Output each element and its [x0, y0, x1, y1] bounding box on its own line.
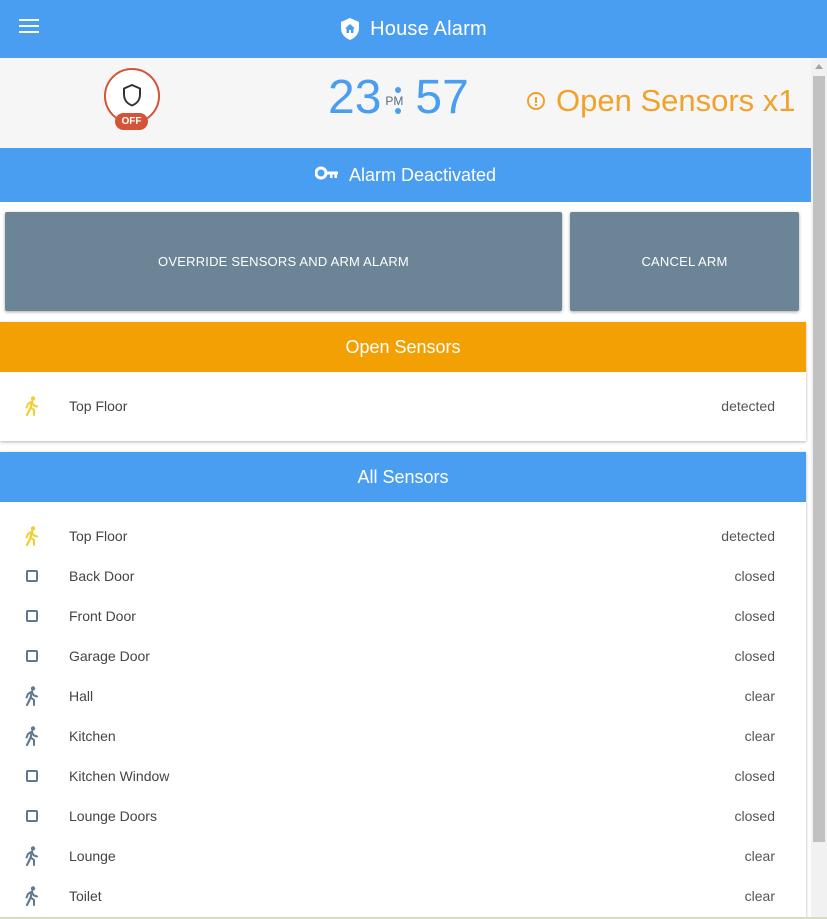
sensor-state: detected: [721, 528, 775, 544]
sensor-name: Top Floor: [69, 528, 128, 544]
clock-separator: PM: [381, 68, 415, 128]
sensor-state: clear: [744, 848, 775, 864]
key-icon: [314, 166, 339, 185]
open-sensors-count: Open Sensors x1: [556, 83, 796, 118]
motion-sensor-icon: [22, 526, 42, 547]
sensor-name: Garage Door: [69, 648, 150, 664]
cancel-arm-button[interactable]: CANCEL ARM: [570, 212, 799, 311]
motion-sensor-icon: [22, 886, 42, 907]
clock-colon-dot: [395, 87, 402, 93]
sensor-row[interactable]: Hall clear: [0, 676, 806, 716]
clock-hours: 23: [328, 71, 382, 124]
clock-minutes: 57: [415, 71, 469, 124]
sensor-name: Front Door: [69, 608, 136, 624]
sensor-state: closed: [734, 768, 775, 784]
sensor-state: closed: [734, 648, 775, 664]
sensor-row[interactable]: Kitchen Window closed: [0, 756, 806, 796]
sensor-row[interactable]: Top Floor detected: [0, 516, 806, 556]
sensor-row[interactable]: Top Floor detected: [0, 386, 806, 426]
status-badge: OFF: [115, 113, 148, 130]
sensor-state: clear: [744, 888, 775, 904]
sensor-name: Kitchen: [69, 728, 116, 744]
sensor-row[interactable]: Toilet clear: [0, 876, 806, 916]
sensor-state: clear: [744, 688, 775, 704]
sensor-row[interactable]: Lounge clear: [0, 836, 806, 876]
checkbox-blank-icon: [22, 806, 42, 826]
motion-sensor-icon: [22, 686, 42, 707]
sensor-name: Back Door: [69, 568, 135, 584]
checkbox-square: [26, 810, 38, 822]
alarm-status-label: Alarm Deactivated: [348, 164, 497, 185]
scrollbar-thumb[interactable]: [813, 76, 825, 842]
open-sensors-card: Open Sensors Top Floor detected: [0, 322, 806, 441]
checkbox-square: [26, 650, 38, 662]
sensor-name: Lounge: [69, 848, 116, 864]
alert-circle-icon: [527, 92, 545, 110]
sensor-name: Lounge Doors: [69, 808, 157, 824]
clock-ampm: PM: [385, 94, 404, 108]
checkbox-blank-icon: [22, 766, 42, 786]
open-sensors-summary[interactable]: Open Sensors x1: [527, 83, 796, 119]
sensor-state: detected: [721, 398, 775, 414]
clock-colon-dot: [395, 108, 402, 114]
sensor-name: Toilet: [69, 888, 102, 904]
app-title: House Alarm: [370, 17, 487, 40]
sensor-state: closed: [734, 808, 775, 824]
scroll-up-arrow-icon[interactable]: [815, 64, 823, 69]
sensor-state: closed: [734, 568, 775, 584]
menu-icon[interactable]: [19, 19, 39, 35]
status-row: OFF 23 PM 57 Open Sensors x1: [0, 58, 811, 148]
sensor-row[interactable]: Front Door closed: [0, 596, 806, 636]
sensor-name: Top Floor: [69, 398, 128, 414]
open-sensors-list: Top Floor detected: [0, 372, 806, 426]
override-arm-button[interactable]: OVERRIDE SENSORS AND ARM ALARM: [5, 212, 562, 311]
all-sensors-card: All Sensors Top Floor detected Back Door cl…: [0, 452, 806, 919]
alarm-status-banner: Alarm Deactivated: [0, 148, 811, 202]
clock: 23 PM 57: [328, 68, 469, 128]
motion-sensor-icon: [22, 396, 42, 417]
all-sensors-header: All Sensors: [0, 452, 806, 502]
checkbox-blank-icon: [22, 606, 42, 626]
checkbox-square: [26, 570, 38, 582]
app-header: House Alarm: [0, 0, 827, 58]
sensor-state: closed: [734, 608, 775, 624]
home-shield-icon: [340, 18, 360, 40]
sensor-name: Kitchen Window: [69, 768, 170, 784]
sensor-row[interactable]: Kitchen clear: [0, 716, 806, 756]
motion-sensor-icon: [22, 846, 42, 867]
motion-sensor-icon: [22, 726, 42, 747]
checkbox-square: [26, 610, 38, 622]
header-title-group: House Alarm: [340, 18, 487, 41]
sensor-row[interactable]: Back Door closed: [0, 556, 806, 596]
checkbox-blank-icon: [22, 646, 42, 666]
sensor-row[interactable]: Lounge Doors closed: [0, 796, 806, 836]
checkbox-blank-icon: [22, 566, 42, 586]
shield-icon: [123, 84, 141, 107]
sensor-row[interactable]: Garage Door closed: [0, 636, 806, 676]
sensor-name: Hall: [69, 688, 94, 704]
sensor-state: clear: [744, 728, 775, 744]
open-sensors-header: Open Sensors: [0, 322, 806, 372]
checkbox-square: [26, 770, 38, 782]
all-sensors-list: Top Floor detected Back Door closed Front Do…: [0, 502, 806, 916]
